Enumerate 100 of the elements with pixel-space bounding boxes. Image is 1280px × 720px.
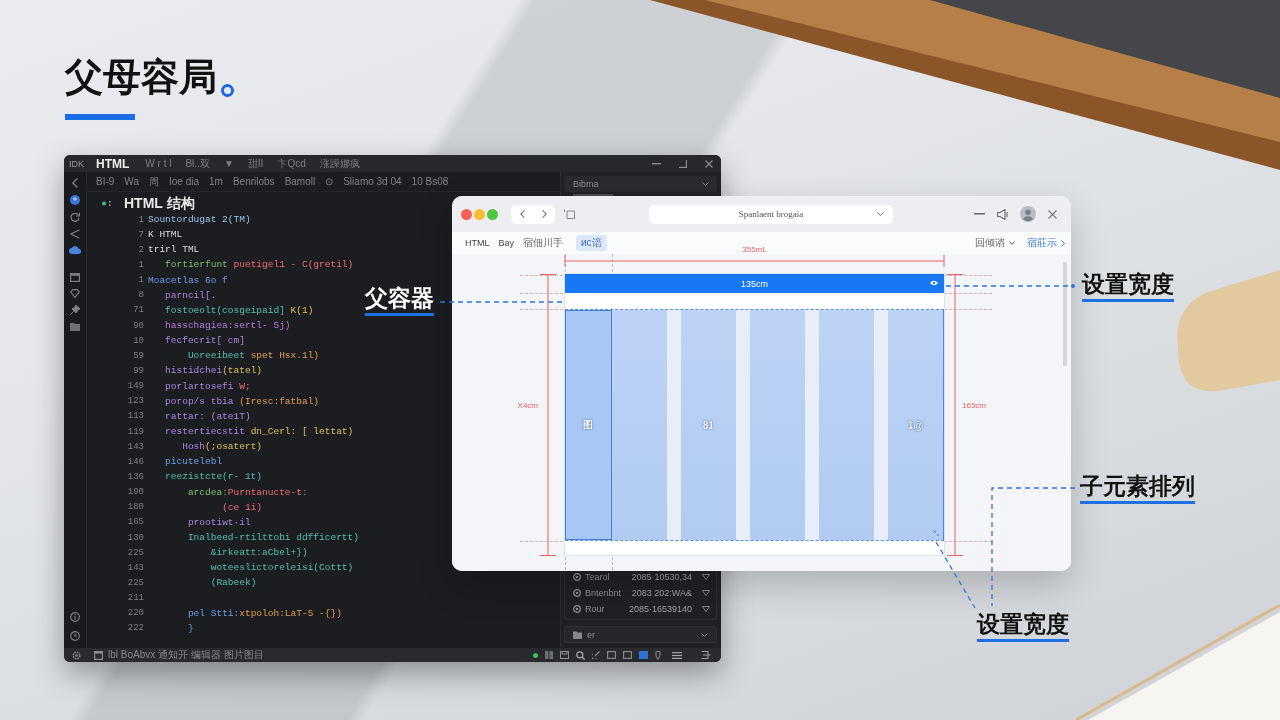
code-line: parncil[. [165, 289, 217, 301]
code-line: pel Stti:xtpoloh:LaT-5 -{}) [187, 607, 342, 619]
minimize-icon[interactable] [652, 162, 661, 165]
restore-icon[interactable] [679, 159, 687, 168]
forward-icon[interactable] [541, 210, 547, 218]
filter-icon[interactable] [702, 606, 710, 612]
line-number: 8 [137, 290, 144, 301]
line-number: 10 [132, 335, 144, 346]
back-icon[interactable] [519, 210, 525, 218]
close-icon[interactable] [705, 159, 713, 168]
line-number: 190 [126, 487, 144, 498]
code-line: restertiecstit dn_Cerl: [ lettat) [165, 426, 354, 438]
slide-title: 父母容局 [65, 58, 217, 98]
toolbar-item[interactable]: Ioe dia [169, 176, 199, 187]
file-name[interactable]: Rour [585, 604, 625, 614]
leader-line [935, 541, 976, 609]
file-name[interactable]: Bntenbnt [585, 588, 628, 598]
code-line: trirl TML [148, 244, 200, 256]
pin-icon[interactable] [70, 305, 80, 315]
line-number: 143 [126, 562, 144, 573]
line-number: 90 [132, 320, 144, 331]
line-number: 1 [137, 275, 144, 286]
square-icon[interactable] [607, 651, 616, 659]
code-line: fecfecrit[ cm] [165, 335, 245, 347]
line-number: 136 [126, 471, 144, 482]
dimension-label: 355mL [742, 245, 767, 255]
code-line: Moacetlas 6o f [148, 274, 228, 286]
resize-handle-icon[interactable] [933, 530, 939, 536]
menu-item[interactable]: 卞Qcd [277, 156, 306, 171]
filter-icon[interactable] [702, 574, 710, 580]
file-tab[interactable]: HTML [96, 156, 130, 171]
chevron-down-icon [701, 632, 708, 637]
code-line: &irkeatt:aCbel+}) [210, 547, 308, 559]
folder-icon[interactable] [70, 322, 80, 331]
avatar-icon[interactable] [1020, 206, 1036, 222]
chevron-left-icon[interactable] [72, 178, 78, 188]
menu-item[interactable]: Bl..双 [185, 156, 210, 171]
file-name[interactable]: Tearol [585, 572, 628, 582]
square-icon[interactable] [623, 651, 632, 659]
tabs-icon[interactable] [564, 209, 575, 219]
dimension-label: 165cm [962, 401, 986, 411]
dropdown-link[interactable]: 回倾谘 [975, 236, 1015, 250]
share-icon[interactable] [70, 229, 80, 239]
toolbar-item[interactable]: Wa [124, 176, 139, 187]
file-date: 2083 202:WA& [631, 588, 692, 598]
more-link[interactable]: 宿莊示 [1027, 236, 1065, 250]
panel-icon[interactable] [94, 650, 103, 660]
close-icon[interactable] [1048, 209, 1057, 219]
code-line: Uoreeibeet spet Hsx.1l) [187, 350, 320, 362]
window-icon[interactable] [70, 273, 80, 282]
code-line: hasschagiea:sertl- 5j) [165, 320, 291, 332]
menu-icon[interactable] [672, 651, 682, 659]
code-line: picutelebl [165, 456, 223, 468]
toolbar-item[interactable]: BI-9 [96, 176, 115, 187]
clock-icon[interactable] [70, 631, 80, 641]
pin-icon[interactable] [655, 650, 661, 660]
refresh-icon[interactable] [70, 212, 80, 222]
nav-link[interactable]: 宿佃川手 [523, 236, 563, 250]
bar-label: 135cm [741, 278, 768, 289]
circle-icon [573, 605, 581, 613]
pencil-icon[interactable] [592, 651, 600, 659]
menu-item[interactable]: 甜II [247, 156, 264, 171]
tray-icon[interactable] [560, 651, 569, 659]
cloud-icon[interactable] [69, 246, 81, 254]
code-line: Hosh(;osatert) [182, 441, 263, 453]
settings-icon[interactable] [72, 650, 81, 660]
diamond-icon[interactable] [70, 289, 80, 298]
toolbar-item[interactable]: 周 [149, 174, 159, 189]
address-bar[interactable]: Spanlaent brogaia [649, 204, 893, 224]
title-underline [65, 114, 135, 120]
nav-link[interactable]: Bay [498, 238, 514, 248]
toolbar-item[interactable]: Benrilobs [232, 176, 275, 187]
code-line: woteeslictoreleisi(Cottt) [210, 562, 354, 574]
toolbar-item[interactable]: Bamoll [284, 176, 316, 187]
toolbar-item[interactable]: 1m [209, 176, 223, 187]
account-icon[interactable] [70, 195, 80, 205]
search-icon[interactable] [576, 650, 585, 660]
window-control-icon[interactable] [461, 208, 472, 220]
toolbar-item[interactable]: Sliamo 3d 04 [343, 176, 402, 187]
toolbar-item[interactable]: 10 Bs08 [411, 176, 449, 187]
speaker-icon[interactable] [997, 208, 1008, 220]
menu-item[interactable]: 涨躁娜疯 [319, 156, 360, 171]
menu-item[interactable]: ▼ [223, 158, 234, 169]
scrollbar[interactable] [1063, 262, 1067, 366]
info-icon[interactable] [70, 612, 80, 622]
folder-dropdown[interactable]: er [564, 626, 717, 643]
panel-dropdown[interactable]: Bibma [564, 176, 717, 192]
nav-link[interactable]: HTML [465, 238, 490, 248]
line-number: 211 [126, 593, 144, 604]
filter-icon[interactable] [702, 590, 710, 596]
export-icon[interactable] [701, 651, 711, 659]
minimize-icon[interactable] [974, 213, 985, 215]
toolbar-item[interactable]: ⊙ [325, 176, 334, 187]
code-line: histidchei(tatel) [165, 365, 263, 377]
status-tag[interactable]: ис谙 [576, 235, 607, 251]
fold-marker-icon[interactable] [102, 200, 111, 207]
code-line: rattar: (ate1T) [165, 410, 251, 422]
code-line: porlartosefi W; [165, 380, 251, 392]
menu-item[interactable]: W r t l [145, 158, 172, 169]
eye-icon[interactable] [930, 280, 938, 286]
